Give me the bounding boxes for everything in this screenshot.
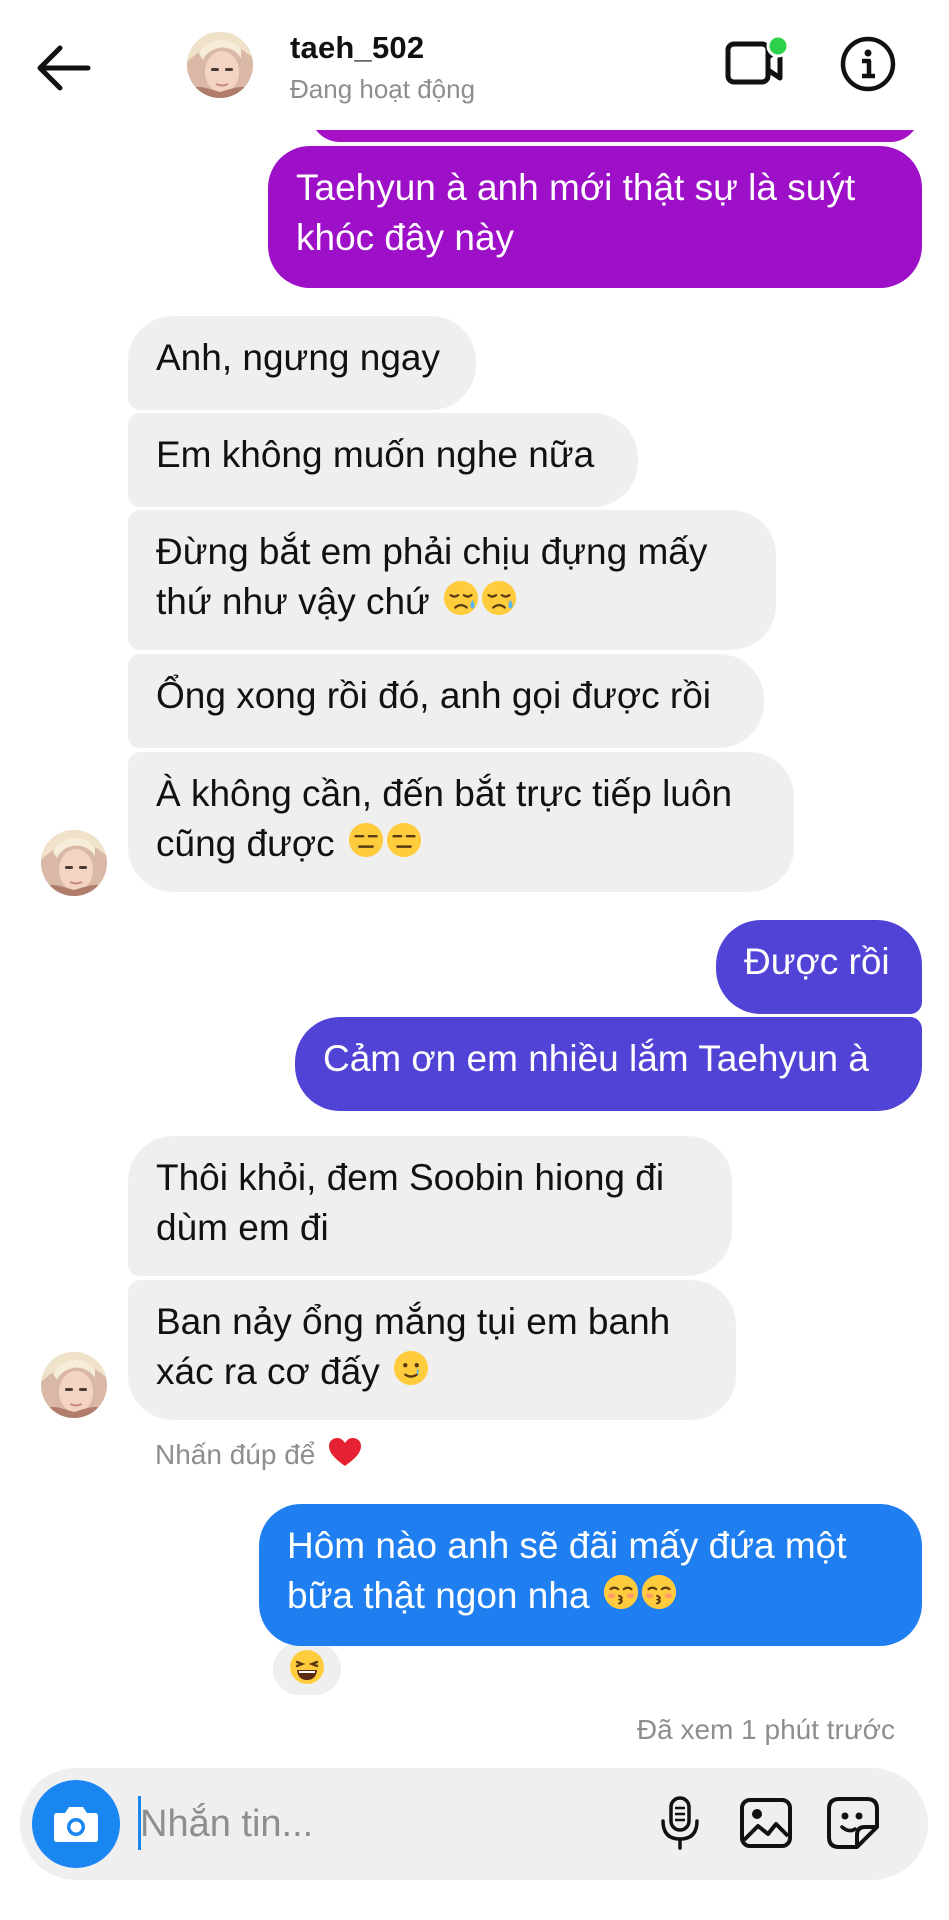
- expressionless-emoji: [347, 821, 385, 872]
- outgoing-message[interactable]: Hôm nào anh sẽ đãi mấy đứa một bữa thật n…: [259, 1504, 922, 1646]
- info-icon[interactable]: [838, 34, 898, 94]
- message-text: Taehyun à anh mới thật sự là suýt: [296, 167, 856, 208]
- text-caret: [138, 1796, 141, 1850]
- microphone-icon[interactable]: [650, 1790, 710, 1856]
- incoming-message[interactable]: Thôi khỏi, đem Soobin hiong đi dùm em đi: [128, 1136, 732, 1276]
- gallery-icon[interactable]: [733, 1790, 799, 1856]
- video-call-icon[interactable]: [722, 32, 792, 102]
- message-text: Được rồi: [744, 941, 890, 982]
- laughing-emoji: [287, 1647, 327, 1692]
- message-text: Anh, ngưng ngay: [156, 337, 440, 378]
- message-text: Ổng xong rồi đó, anh gọi được rồi: [156, 675, 712, 716]
- message-text: xác ra cơ đấy: [156, 1351, 380, 1392]
- message-text: Em không muốn nghe nữa: [156, 434, 595, 475]
- incoming-message[interactable]: Em không muốn nghe nữa: [128, 413, 638, 507]
- incoming-message[interactable]: Ban nảy ổng mắng tụi em banh xác ra cơ đấ…: [128, 1280, 736, 1420]
- contact-avatar[interactable]: [41, 1352, 107, 1418]
- sad-sweat-emoji: [442, 579, 480, 630]
- kissing-emoji: [640, 1573, 678, 1624]
- message-text: thứ như vậy chứ: [156, 581, 430, 622]
- message-text: dùm em đi: [156, 1207, 329, 1248]
- message-text: À không cần, đến bắt trực tiếp luôn: [156, 773, 733, 814]
- incoming-message[interactable]: Đừng bắt em phải chịu đựng mấy thứ như vậ…: [128, 510, 776, 650]
- outgoing-message[interactable]: Cảm ơn em nhiều lắm Taehyun à: [295, 1017, 922, 1111]
- message-text: Cảm ơn em nhiều lắm Taehyun à: [323, 1038, 869, 1079]
- contact-username[interactable]: taeh_502: [290, 30, 424, 66]
- message-reaction[interactable]: [270, 1640, 344, 1698]
- double-tap-hint: Nhấn đúp để: [155, 1436, 363, 1475]
- message-input[interactable]: [138, 1790, 612, 1858]
- camera-icon[interactable]: [32, 1780, 120, 1868]
- message-text: Đừng bắt em phải chịu đựng mấy: [156, 531, 708, 572]
- outgoing-message[interactable]: Taehyun à anh mới thật sự là suýt khóc đâ…: [268, 146, 922, 288]
- message-text: Ban nảy ổng mắng tụi em banh: [156, 1301, 671, 1342]
- expressionless-emoji: [385, 821, 423, 872]
- message-text: cũng được: [156, 823, 335, 864]
- contact-avatar[interactable]: [187, 32, 253, 98]
- incoming-message[interactable]: Ổng xong rồi đó, anh gọi được rồi: [128, 654, 764, 748]
- seen-receipt: Đã xem 1 phút trước: [636, 1714, 895, 1745]
- outgoing-message[interactable]: Được rồi: [716, 920, 922, 1014]
- tearful-smile-emoji: [392, 1349, 430, 1400]
- hint-text: Nhấn đúp để: [155, 1439, 316, 1470]
- message-text: Hôm nào anh sẽ đãi mấy đứa một: [287, 1525, 847, 1566]
- kissing-emoji: [602, 1573, 640, 1624]
- sad-sweat-emoji: [480, 579, 518, 630]
- incoming-message[interactable]: Anh, ngưng ngay: [128, 316, 476, 410]
- heart-icon: [327, 1436, 363, 1475]
- incoming-message[interactable]: À không cần, đến bắt trực tiếp luôn cũng …: [128, 752, 794, 892]
- sticker-icon[interactable]: [820, 1790, 886, 1856]
- back-arrow-icon[interactable]: [30, 38, 100, 98]
- message-text: Thôi khỏi, đem Soobin hiong đi: [156, 1157, 665, 1198]
- message-text: khóc đây này: [296, 217, 515, 258]
- chat-header: taeh_502 Đang hoạt động: [0, 0, 949, 130]
- message-text: bữa thật ngon nha: [287, 1575, 590, 1616]
- contact-avatar[interactable]: [41, 830, 107, 896]
- active-status: Đang hoạt động: [290, 74, 476, 104]
